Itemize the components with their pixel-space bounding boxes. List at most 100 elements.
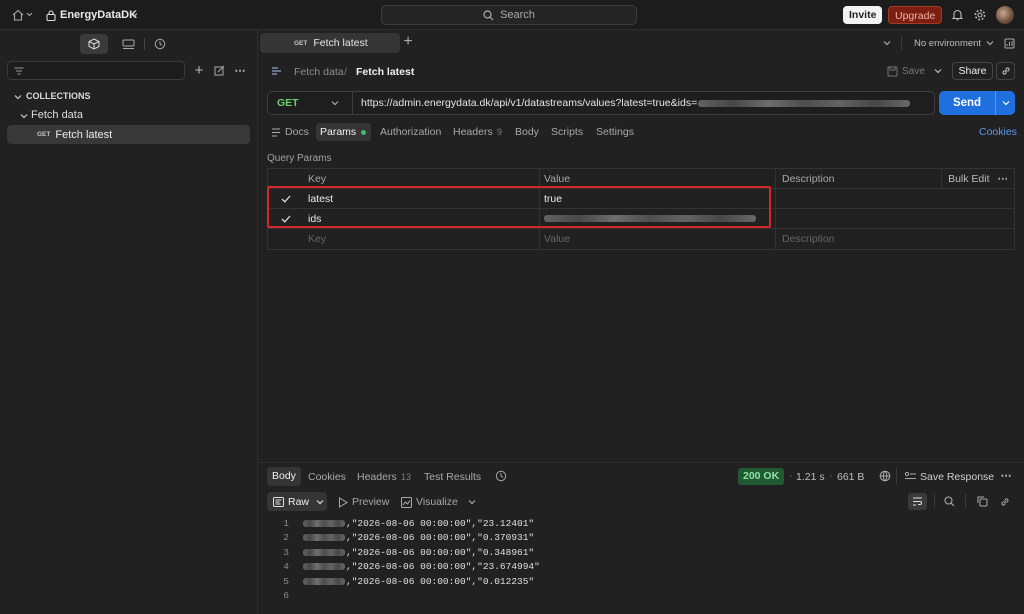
response-tab-tests[interactable]: Test Results: [424, 471, 481, 483]
divider: [144, 38, 145, 50]
environment-quicklook-icon[interactable]: [1003, 37, 1015, 49]
tab-fetch-latest[interactable]: GET Fetch latest: [260, 33, 400, 53]
more-icon[interactable]: ⋯: [998, 173, 1009, 185]
response-tab-headers[interactable]: Headers: [357, 471, 397, 483]
line-text: ,"2026-08-06 00:00:00","0.012235": [346, 575, 535, 587]
param-key-placeholder[interactable]: Key: [303, 233, 539, 245]
globe-icon[interactable]: [878, 469, 892, 483]
column-description: Description Bulk Edit ⋯: [775, 169, 1014, 188]
collections-icon[interactable]: [80, 34, 108, 54]
workspace-name[interactable]: EnergyDataDK: [60, 9, 137, 21]
send-button[interactable]: Send: [939, 91, 1015, 115]
code-line: 5 ,"2026-08-06 00:00:00","0.012235": [271, 574, 1011, 589]
more-icon[interactable]: ⋯: [233, 63, 247, 77]
save-icon[interactable]: [886, 65, 898, 77]
chevron-down-icon[interactable]: [467, 498, 477, 506]
send-label: Send: [952, 97, 982, 109]
response-time[interactable]: 1.21 s: [796, 471, 825, 483]
param-description[interactable]: [775, 189, 1014, 208]
chevron-down-icon[interactable]: [328, 100, 342, 106]
chevron-down-icon[interactable]: [933, 67, 943, 75]
tab-authorization[interactable]: Authorization: [380, 126, 441, 138]
view-visualize[interactable]: Visualize: [416, 496, 458, 508]
response-size[interactable]: 661 B: [837, 471, 864, 483]
sidebar-folder-fetch-data[interactable]: Fetch data: [31, 109, 83, 121]
breadcrumb-parent[interactable]: Fetch data: [294, 66, 344, 78]
query-params-title: Query Params: [267, 153, 332, 164]
code-line: 1 ,"2026-08-06 00:00:00","23.12401": [271, 516, 1011, 531]
invite-button[interactable]: Invite: [843, 6, 883, 24]
cookies-link[interactable]: Cookies: [979, 126, 1017, 138]
method-select[interactable]: GET: [268, 97, 328, 109]
divider: [965, 494, 966, 508]
import-icon[interactable]: [213, 64, 226, 77]
new-tab-icon[interactable]: +: [401, 33, 415, 50]
chevron-down-icon[interactable]: [129, 10, 139, 20]
sidebar-item-fetch-latest[interactable]: GET Fetch latest: [7, 125, 250, 144]
filter-icon: [14, 67, 24, 75]
sidebar-view-switch: [80, 34, 180, 54]
column-description-label: Description: [782, 172, 835, 185]
link-icon[interactable]: [996, 62, 1015, 80]
tab-headers[interactable]: Headers: [453, 126, 493, 138]
bell-icon[interactable]: [951, 8, 964, 22]
sidebar-filter-input[interactable]: [7, 61, 185, 80]
bulk-edit-button[interactable]: Bulk Edit: [948, 173, 989, 185]
code-line: 3 ,"2026-08-06 00:00:00","0.348961": [271, 545, 1011, 560]
save-button[interactable]: Save: [902, 66, 925, 77]
code-line: 6: [271, 589, 1011, 604]
line-number: 2: [283, 532, 289, 544]
headers-count: 9: [497, 127, 503, 137]
response-headers-count: 13: [401, 472, 412, 482]
link-icon[interactable]: [998, 495, 1011, 508]
add-icon[interactable]: +: [192, 62, 206, 79]
description-placeholder-text: Description: [782, 233, 835, 245]
environments-icon[interactable]: [120, 37, 136, 51]
save-response-button[interactable]: Save Response: [920, 471, 994, 483]
chevron-down-icon[interactable]: [13, 92, 22, 101]
search-input[interactable]: Search: [381, 5, 637, 25]
chevron-down-icon[interactable]: [996, 100, 1015, 106]
history-icon[interactable]: [494, 469, 508, 483]
chevron-down-icon: [316, 499, 324, 504]
home-icon[interactable]: [11, 8, 35, 22]
tab-settings[interactable]: Settings: [596, 126, 634, 138]
tab-body[interactable]: Body: [515, 126, 539, 138]
environment-select[interactable]: No environment: [914, 38, 981, 49]
column-tools: Bulk Edit ⋯: [941, 169, 1014, 188]
redacted-id: [303, 519, 345, 527]
upgrade-button[interactable]: Upgrade: [888, 6, 943, 24]
avatar[interactable]: [996, 6, 1014, 24]
param-description[interactable]: [775, 209, 1014, 228]
line-number: 4: [283, 561, 289, 573]
response-tab-body[interactable]: Body: [267, 467, 301, 486]
chevron-down-icon[interactable]: [882, 39, 892, 47]
status-badge[interactable]: 200 OK: [738, 468, 785, 485]
copy-icon[interactable]: [976, 495, 989, 508]
response-tab-cookies[interactable]: Cookies: [308, 471, 346, 483]
url-input[interactable]: https://admin.energydata.dk/api/v1/datas…: [361, 97, 911, 109]
view-raw-select[interactable]: Raw: [267, 492, 327, 511]
history-icon[interactable]: [153, 37, 167, 51]
save-response-icon[interactable]: [903, 470, 917, 482]
code-line: 4 ,"2026-08-06 00:00:00","23.674994": [271, 560, 1011, 575]
search-icon[interactable]: [943, 495, 956, 508]
tab-scripts[interactable]: Scripts: [551, 126, 583, 138]
view-preview[interactable]: Preview: [352, 496, 389, 508]
more-icon[interactable]: ⋯: [999, 468, 1013, 482]
param-value-placeholder[interactable]: Value: [539, 229, 775, 249]
visualize-icon: [400, 496, 412, 508]
play-icon: [337, 496, 349, 508]
tab-docs[interactable]: Docs: [285, 126, 309, 138]
wrap-lines-icon[interactable]: [908, 493, 927, 510]
share-button[interactable]: Share: [952, 62, 993, 80]
breadcrumb-current: Fetch latest: [356, 66, 415, 78]
line-number: 6: [283, 590, 289, 602]
response-body[interactable]: 1 ,"2026-08-06 00:00:00","23.12401" 2 ,"20…: [271, 516, 1011, 603]
chevron-down-icon[interactable]: [19, 111, 28, 120]
param-row-empty: Key Value Description: [268, 229, 1014, 249]
chevron-down-icon[interactable]: [985, 39, 995, 47]
gear-icon[interactable]: [973, 8, 986, 22]
param-description-placeholder[interactable]: Description: [775, 229, 1014, 249]
tab-params-label: Params: [320, 126, 357, 138]
